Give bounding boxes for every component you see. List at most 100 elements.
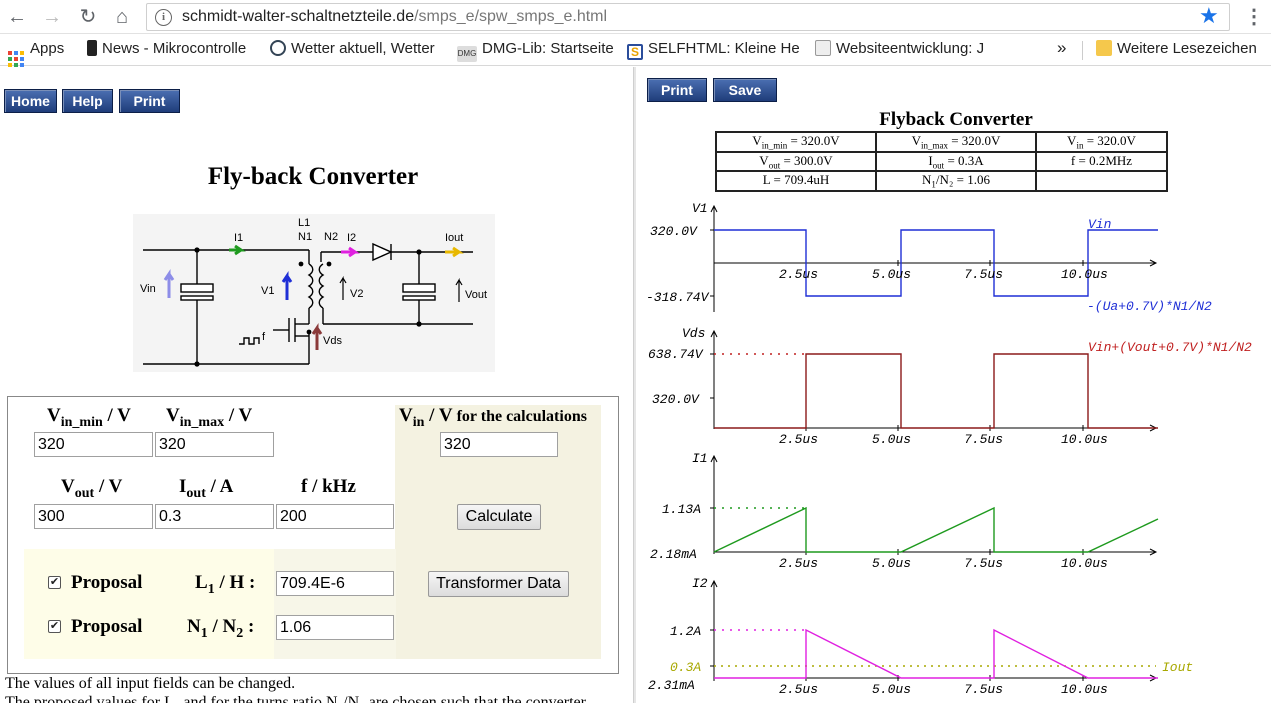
info-text-1: The values of all input fields can be ch… bbox=[5, 675, 296, 692]
frequency-input[interactable] bbox=[276, 504, 394, 529]
flyback-schematic: L1 N1 N2 I1 I2 Iout Vin V1 V2 Vout Vds f bbox=[133, 214, 495, 372]
schematic-label-vds: Vds bbox=[323, 335, 342, 347]
bookmarks-separator bbox=[1082, 41, 1083, 60]
i1-trace bbox=[713, 506, 1159, 553]
proposal-l1-checkbox[interactable]: ✔ bbox=[48, 576, 61, 589]
bookmark-star-icon[interactable]: ★ bbox=[1199, 3, 1219, 29]
spec-vout: Vout = 300.0V bbox=[715, 150, 877, 173]
i2-low-label: 2.31mA bbox=[648, 678, 695, 693]
vds-mid-label: 320.0V bbox=[652, 392, 700, 407]
print-button[interactable]: Print bbox=[119, 89, 180, 113]
v1-high-label: 320.0V bbox=[650, 224, 698, 239]
i2-axis-label: I2 bbox=[692, 576, 708, 591]
bookmark-label: Websiteentwicklung: J bbox=[836, 40, 985, 57]
v1-waveform: V1 320.0V -318.74V 2.5us 5.0us 7.5us 10.… bbox=[646, 201, 1212, 314]
i1-axis-label: I1 bbox=[692, 451, 708, 466]
forward-icon[interactable]: → bbox=[39, 4, 65, 30]
i2-tick-2: 5.0us bbox=[872, 682, 911, 697]
vds-waveform: Vds 638.74V 320.0V 2.5us 5.0us 7.5us 10.… bbox=[648, 326, 1252, 445]
schematic-label-n1: N1 bbox=[298, 231, 312, 243]
proposal-n-checkbox[interactable]: ✔ bbox=[48, 620, 61, 633]
calculate-button[interactable]: Calculate bbox=[457, 504, 541, 530]
bookmark-weather[interactable]: Wetter aktuell, Wetter bbox=[270, 40, 440, 57]
spec-vin-max: Vin_max = 320.0V bbox=[875, 131, 1037, 153]
folder-icon bbox=[1096, 40, 1112, 56]
bookmarks-overflow-icon[interactable]: » bbox=[1057, 38, 1066, 58]
dmg-icon: DMG bbox=[457, 46, 477, 62]
help-button[interactable]: Help bbox=[62, 89, 113, 113]
vds-tick-3: 7.5us bbox=[964, 432, 1003, 445]
iout-label: Iout / A bbox=[179, 476, 234, 501]
turns-ratio-input[interactable] bbox=[276, 615, 394, 640]
vout-label: Vout / V bbox=[61, 476, 123, 501]
bookmark-webdev[interactable]: Websiteentwicklung: J bbox=[815, 40, 987, 57]
l1-input[interactable] bbox=[276, 571, 394, 596]
i1-high-label: 1.13A bbox=[662, 502, 701, 517]
home-icon[interactable]: ⌂ bbox=[109, 4, 135, 30]
input-frame: Home Help Print Fly-back Converter L1 N1… bbox=[0, 67, 633, 703]
bookmark-apps[interactable]: Apps bbox=[8, 40, 64, 67]
page-title: Fly-back Converter bbox=[207, 163, 419, 190]
vds-trace-label: Vin+(Vout+0.7V)*N1/N2 bbox=[1088, 340, 1252, 355]
bookmark-label: DMG-Lib: Startseite bbox=[482, 40, 614, 57]
iout-input[interactable] bbox=[155, 504, 274, 529]
vin-calc-input[interactable] bbox=[440, 432, 558, 457]
webdev-icon bbox=[815, 40, 831, 56]
spec-vin-min: Vin_min = 320.0V bbox=[715, 131, 877, 153]
bookmark-label: Wetter aktuell, Wetter bbox=[291, 40, 435, 57]
transformer-data-button[interactable]: Transformer Data bbox=[428, 571, 569, 597]
vin-calc-label: Vin / V for the calculations bbox=[399, 405, 587, 430]
results-title: Flyback Converter bbox=[879, 109, 1033, 130]
bookmark-dmg[interactable]: DMG DMG-Lib: Startseite bbox=[457, 40, 614, 62]
bookmark-selfhtml[interactable]: S SELFHTML: Kleine Hel bbox=[627, 40, 799, 60]
home-button[interactable]: Home bbox=[4, 89, 57, 113]
browser-toolbar: ← → ↻ ⌂ i schmidt-walter-schaltnetzteile… bbox=[0, 0, 1271, 34]
vds-trace bbox=[714, 353, 1158, 429]
proposal-l1-label: Proposal bbox=[71, 572, 143, 593]
vin-min-input[interactable] bbox=[34, 432, 153, 457]
info-icon[interactable]: i bbox=[155, 9, 172, 26]
reload-icon[interactable]: ↻ bbox=[75, 4, 101, 30]
schematic-label-vout: Vout bbox=[465, 289, 487, 301]
schematic-label-n2: N2 bbox=[324, 231, 338, 243]
vin-max-input[interactable] bbox=[155, 432, 274, 457]
v1-trace-label: Vin bbox=[1088, 217, 1111, 232]
address-bar[interactable]: i schmidt-walter-schaltnetzteile.de/smps… bbox=[146, 3, 1230, 31]
back-icon[interactable]: ← bbox=[4, 4, 30, 30]
vds-high-label: 638.74V bbox=[648, 347, 704, 362]
frequency-label: f / kHz bbox=[301, 476, 356, 497]
v1-tick-3: 7.5us bbox=[964, 267, 1003, 282]
i1-tick-1: 2.5us bbox=[779, 556, 818, 570]
v1-tick-4: 10.0us bbox=[1061, 267, 1108, 282]
vout-input[interactable] bbox=[34, 504, 153, 529]
schematic-label-v1: V1 bbox=[261, 285, 274, 297]
i1-tick-2: 5.0us bbox=[872, 556, 911, 570]
i2-high-label: 1.2A bbox=[670, 624, 701, 639]
v1-axis-label: V1 bbox=[692, 201, 708, 216]
url-text: schmidt-walter-schaltnetzteile.de/smps_e… bbox=[182, 8, 608, 25]
spec-turns-ratio: N1/N₂ = 1.06 bbox=[875, 170, 1037, 192]
vds-axis-label: Vds bbox=[682, 326, 705, 341]
bookmark-other[interactable]: Weitere Lesezeichen bbox=[1096, 40, 1257, 57]
spec-table: Vin_min = 320.0V Vin_max = 320.0V Vin = … bbox=[715, 131, 1168, 192]
i2-tick-1: 2.5us bbox=[779, 682, 818, 697]
proposal-n-label: Proposal bbox=[71, 616, 143, 637]
i1-tick-4: 10.0us bbox=[1061, 556, 1108, 570]
i2-mid-label: 0.3A bbox=[670, 660, 701, 675]
menu-icon[interactable]: ⋮ bbox=[1244, 4, 1264, 29]
schematic-label-vin: Vin bbox=[140, 283, 156, 295]
bookmark-news[interactable]: News - Mikrocontrolle bbox=[87, 40, 255, 57]
results-save-button[interactable]: Save bbox=[713, 78, 777, 102]
schematic-label-i1: I1 bbox=[234, 232, 243, 244]
results-print-button[interactable]: Print bbox=[647, 78, 707, 102]
schematic-label-i2: I2 bbox=[347, 232, 356, 244]
i1-tick-3: 7.5us bbox=[964, 556, 1003, 570]
i2-tick-4: 10.0us bbox=[1061, 682, 1108, 697]
turns-ratio-label: N1 / N2 : bbox=[187, 616, 255, 641]
v1-low-label: -318.74V bbox=[646, 290, 710, 305]
vds-tick-1: 2.5us bbox=[779, 432, 818, 445]
bookmark-label: News - Mikrocontrolle bbox=[102, 40, 247, 57]
spec-inductance: L = 709.4uH bbox=[715, 170, 877, 192]
schematic-label-iout: Iout bbox=[445, 232, 463, 244]
schematic-label-v2: V2 bbox=[350, 288, 363, 300]
